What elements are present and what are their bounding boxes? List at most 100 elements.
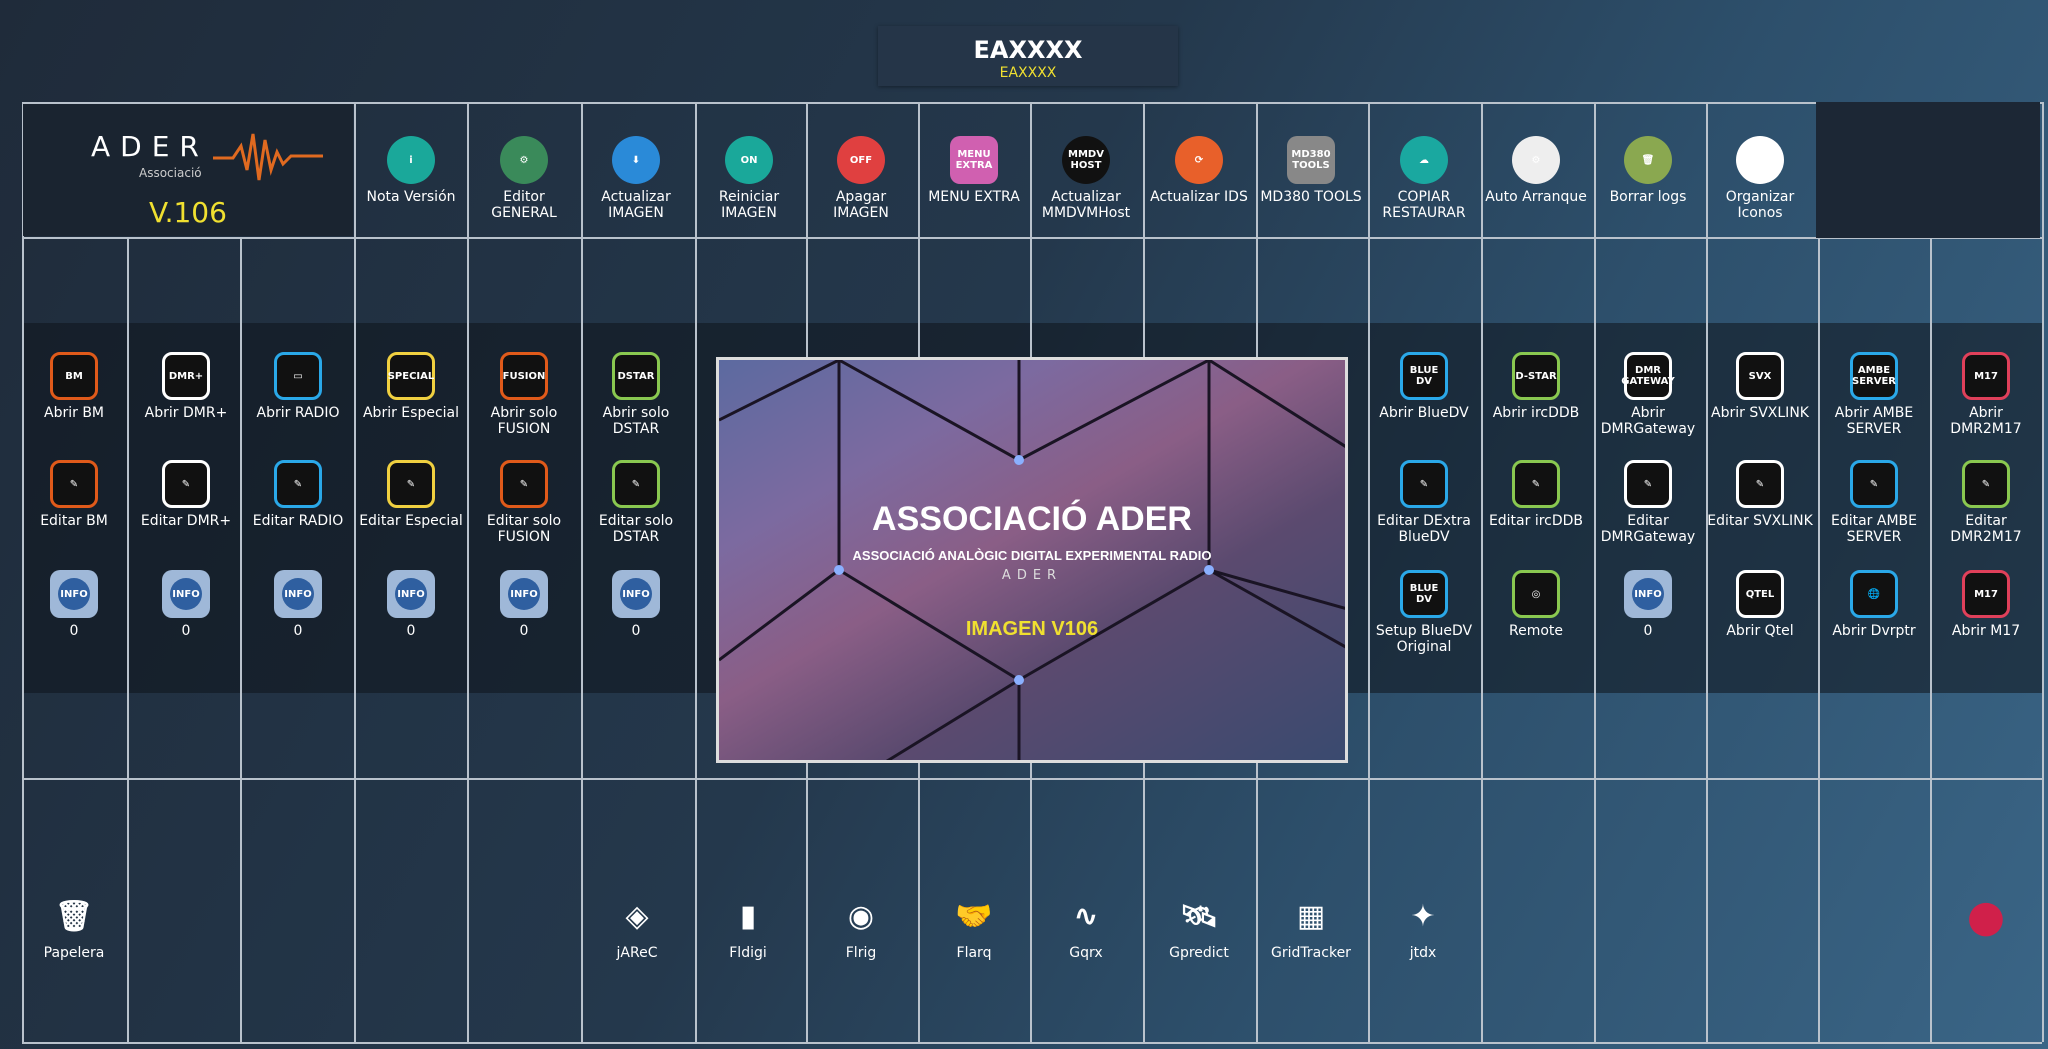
svxlink-launcher[interactable]: SVX Abrir SVXLINK [1706,352,1814,421]
edit-launcher[interactable]: ✎ Editar SVXLINK [1706,460,1814,529]
ircddb-launcher[interactable]: D-STAR Abrir ircDDB [1482,352,1590,421]
edit-launcher[interactable]: ✎ Editar ircDDB [1482,460,1590,529]
gear-icon: ⚙ [500,136,548,184]
launcher-label: 0 [519,623,529,639]
info-icon: INFO [162,570,210,618]
gridtracker-launcher[interactable]: ▦ GridTracker [1257,892,1365,961]
info-launcher[interactable]: INFO 0 [244,570,352,639]
grid-line [467,102,469,1042]
qtel-launcher[interactable]: QTEL Abrir Qtel [1706,570,1814,639]
satellite-launcher[interactable]: 🛰 Gpredict [1145,892,1253,961]
brandmeister-launcher[interactable]: BM Abrir BM [20,352,128,421]
sync-launcher[interactable]: ⟳ Actualizar IDS [1145,136,1253,205]
info-launcher[interactable]: INFO 0 [470,570,578,639]
ambe-icon: AMBE SERVER [1850,352,1898,400]
cloud-launcher[interactable]: ☁ COPIAR RESTAURAR [1370,136,1478,221]
edit-launcher[interactable]: ✎ Editar BM [20,460,128,529]
auto-gear-launcher[interactable]: ⚙ Auto Arranque [1482,136,1590,205]
edit-launcher[interactable]: ✎ Editar Especial [357,460,465,529]
launcher-label: Editor GENERAL [491,189,557,221]
ambe-launcher[interactable]: AMBE SERVER Abrir AMBE SERVER [1820,352,1928,437]
info-launcher[interactable]: INFO 0 [357,570,465,639]
launcher-label: Editar RADIO [252,513,344,529]
launcher-label: MD380 TOOLS [1260,189,1362,205]
flrig-launcher[interactable]: ◉ Flrig [807,892,915,961]
info-icon: INFO [612,570,660,618]
launcher-label: Abrir Dvrptr [1832,623,1916,639]
info-icon: INFO [500,570,548,618]
launcher-label: 0 [293,623,303,639]
handshake-icon: 🤝 [955,898,993,934]
toggle-on-launcher[interactable]: ON Reiniciar IMAGEN [695,136,803,221]
special-launcher[interactable]: SPECIAL Abrir Especial [357,352,465,421]
gqrx-launcher[interactable]: ∿ Gqrx [1032,892,1140,961]
edit-launcher[interactable]: ✎ Editar DMR+ [132,460,240,529]
launcher-label: Papelera [43,945,105,961]
launcher-label: Abrir DMR+ [144,405,228,421]
trash-launcher[interactable]: 🗑 Borrar logs [1594,136,1702,205]
svxlink-icon: SVX [1736,352,1784,400]
radio-launcher[interactable]: ▭ Abrir RADIO [244,352,352,421]
handshake-launcher[interactable]: 🤝 Flarq [920,892,1028,961]
trash-icon: 🗑 [1624,136,1672,184]
launcher-label: Reiniciar IMAGEN [718,189,780,221]
edit-launcher[interactable]: ✎ Editar DMR2M17 [1932,460,2040,545]
edit-launcher[interactable]: ✎ Editar solo FUSION [470,460,578,545]
grid-line [22,778,2042,780]
dmrplus-launcher[interactable]: DMR+ Abrir DMR+ [132,352,240,421]
toggle-off-launcher[interactable]: OFF Apagar IMAGEN [807,136,915,221]
launcher-label: Fldigi [729,945,767,961]
gqrx-icon: ∿ [1073,898,1099,934]
menu-extra-icon: MENU EXTRA [950,136,998,184]
trash-bin-launcher[interactable]: 🗑 Papelera [20,892,128,961]
edit-launcher[interactable]: ✎ Editar AMBE SERVER [1820,460,1928,545]
info-launcher[interactable]: i Nota Versión [357,136,465,205]
info-launcher[interactable]: INFO 0 [20,570,128,639]
m17-launcher[interactable]: M17 Abrir M17 [1932,570,2040,639]
info-icon: INFO [387,570,435,618]
m17-launcher[interactable]: M17 Abrir DMR2M17 [1932,352,2040,437]
download-launcher[interactable]: ⬇ Actualizar IMAGEN [582,136,690,221]
fusion-launcher[interactable]: FUSION Abrir solo FUSION [470,352,578,437]
launcher-label: 0 [1643,623,1653,639]
sort-launcher[interactable]: A↓Z Organizar Iconos [1706,136,1814,221]
bluedv-launcher[interactable]: BLUE DV Abrir BlueDV [1370,352,1478,421]
launcher-label: Editar solo DSTAR [598,513,674,545]
edit-launcher[interactable]: ✎ Editar DMRGateway [1594,460,1702,545]
info-launcher[interactable]: INFO 0 [582,570,690,639]
edit-launcher[interactable]: ✎ Editar DExtra BlueDV [1370,460,1478,545]
info-icon: INFO [1624,570,1672,618]
m17-icon: M17 [1962,570,2010,618]
menu-extra-launcher[interactable]: MENU EXTRA MENU EXTRA [920,136,1028,205]
dmrgateway-launcher[interactable]: DMR GATEWAY Abrir DMRGateway [1594,352,1702,437]
launcher-label: jAReC [616,945,658,961]
info-icon: INFO [50,570,98,618]
bluedv-setup-launcher[interactable]: BLUE DV Setup BlueDV Original [1370,570,1478,655]
info-launcher[interactable]: INFO 0 [132,570,240,639]
dmrgateway-icon: DMR GATEWAY [1621,352,1675,400]
fldigi-launcher[interactable]: ▮ Fldigi [694,892,802,961]
edit-launcher[interactable]: ✎ Editar RADIO [244,460,352,529]
gear-launcher[interactable]: ⚙ Editor GENERAL [470,136,578,221]
bluedv-icon: BLUE DV [1400,352,1448,400]
edit-launcher[interactable]: ✎ Editar solo DSTAR [582,460,690,545]
jarec-launcher[interactable]: ◈ jAReC [583,892,691,961]
mmdvm-launcher[interactable]: MMDV HOST Actualizar MMDVMHost [1032,136,1140,221]
jtdx-launcher[interactable]: ✦ jtdx [1369,892,1477,961]
edit-icon: ✎ [1736,460,1784,508]
info-launcher[interactable]: INFO 0 [1594,570,1702,639]
launcher-label: Abrir solo FUSION [490,405,558,437]
remote-launcher[interactable]: ◎ Remote [1482,570,1590,639]
cloud-icon: ☁ [1400,136,1448,184]
radio-icon: ▭ [274,352,322,400]
launcher-label: Apagar IMAGEN [833,189,889,221]
raspberry-launcher[interactable]: ● [1932,892,2040,945]
launcher-label: Gqrx [1069,945,1103,961]
info-icon: INFO [274,570,322,618]
dstar-launcher[interactable]: DSTAR Abrir solo DSTAR [582,352,690,437]
launcher-label: Abrir ircDDB [1492,405,1580,421]
splash-title: ASSOCIACIÓ ADER [872,500,1192,538]
globe-launcher[interactable]: 🌐 Abrir Dvrptr [1820,570,1928,639]
launcher-label: Abrir RADIO [256,405,340,421]
md380-launcher[interactable]: MD380 TOOLS MD380 TOOLS [1257,136,1365,205]
